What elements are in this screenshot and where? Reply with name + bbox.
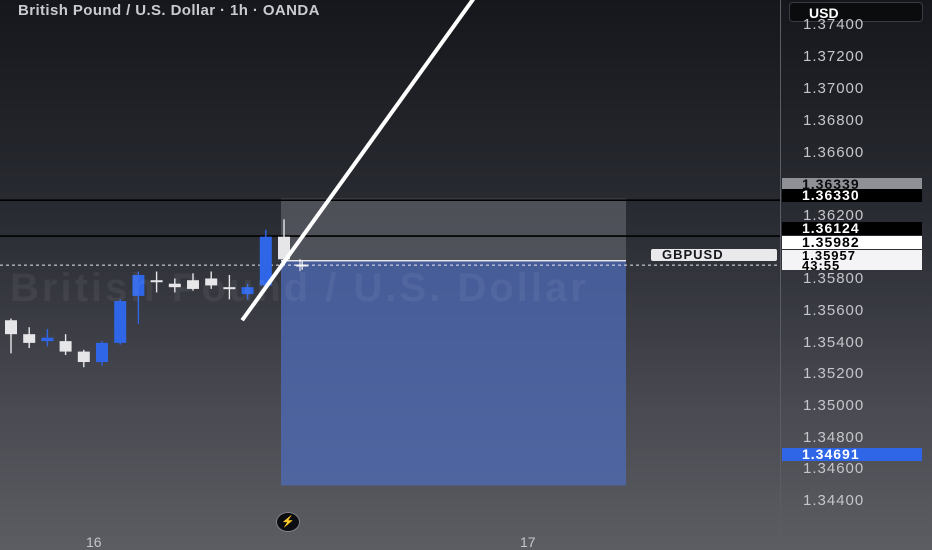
price-tick: 1.34400 — [803, 492, 865, 509]
candle-body — [23, 334, 36, 343]
bar-countdown: 43:55 — [802, 258, 841, 273]
price-tick: 1.35200 — [803, 365, 865, 382]
price-tick: 1.37000 — [803, 80, 865, 97]
candle-body — [41, 337, 54, 342]
lightning-icon[interactable]: ⚡ — [276, 512, 300, 532]
candle-body — [77, 351, 90, 363]
price-tick: 1.35600 — [803, 302, 865, 319]
candle-body — [96, 342, 108, 363]
last-price-label: 1.35957 43:55 — [782, 249, 922, 273]
chart-title: British Pound / U.S. Dollar · 1h · OANDA — [18, 2, 320, 19]
stop-price-label: 1.34691 — [782, 447, 922, 461]
symbol-watermark: British Pound / U.S. Dollar — [10, 266, 589, 310]
candle-body — [59, 341, 72, 352]
price-tick: 1.37200 — [803, 48, 865, 65]
price-tick: 1.36800 — [803, 112, 865, 129]
upper-level-label: 1.36330 — [782, 188, 922, 202]
time-tick: 16 — [86, 534, 102, 550]
price-tick: 1.36600 — [803, 144, 865, 161]
price-tick: 1.35000 — [803, 397, 865, 414]
price-tick: 1.34600 — [803, 460, 865, 477]
symbol-tag: GBPUSD — [651, 248, 777, 261]
candle-body — [5, 320, 17, 335]
price-tick: 1.37400 — [803, 16, 865, 33]
target-zone — [281, 198, 626, 261]
price-tick: 1.35800 — [803, 270, 865, 287]
price-tick: 1.34800 — [803, 429, 865, 446]
price-tick: 1.35400 — [803, 334, 865, 351]
time-tick: 17 — [520, 534, 536, 550]
